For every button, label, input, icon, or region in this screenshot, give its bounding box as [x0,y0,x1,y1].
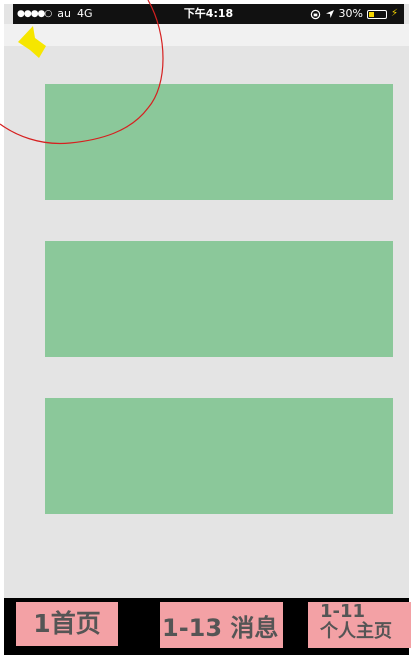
tab-profile-label: 个人主页 [320,621,392,642]
charging-icon: ⚡ [390,8,398,19]
tab-profile-number: 1-11 [320,602,366,622]
status-bar: ●●●●○ au 4G 下午4:18 30% ⚡ [13,4,404,24]
rotation-lock-icon [310,9,320,19]
location-arrow-icon [325,10,334,18]
tab-home[interactable]: 1首页 [16,602,118,646]
tab-messages[interactable]: 1-13 消息 [160,602,283,648]
content-card-1[interactable] [45,84,393,200]
battery-percent: 30% [338,7,363,20]
content-card-2[interactable] [45,241,393,357]
battery-level [368,11,374,17]
back-arrow-icon[interactable] [17,24,47,60]
content-card-3[interactable] [45,398,393,514]
tab-profile[interactable]: 1-11 个人主页 [308,602,411,648]
status-right: 30% ⚡ [310,4,398,24]
navigation-bar [4,24,409,46]
battery-icon [366,9,387,19]
